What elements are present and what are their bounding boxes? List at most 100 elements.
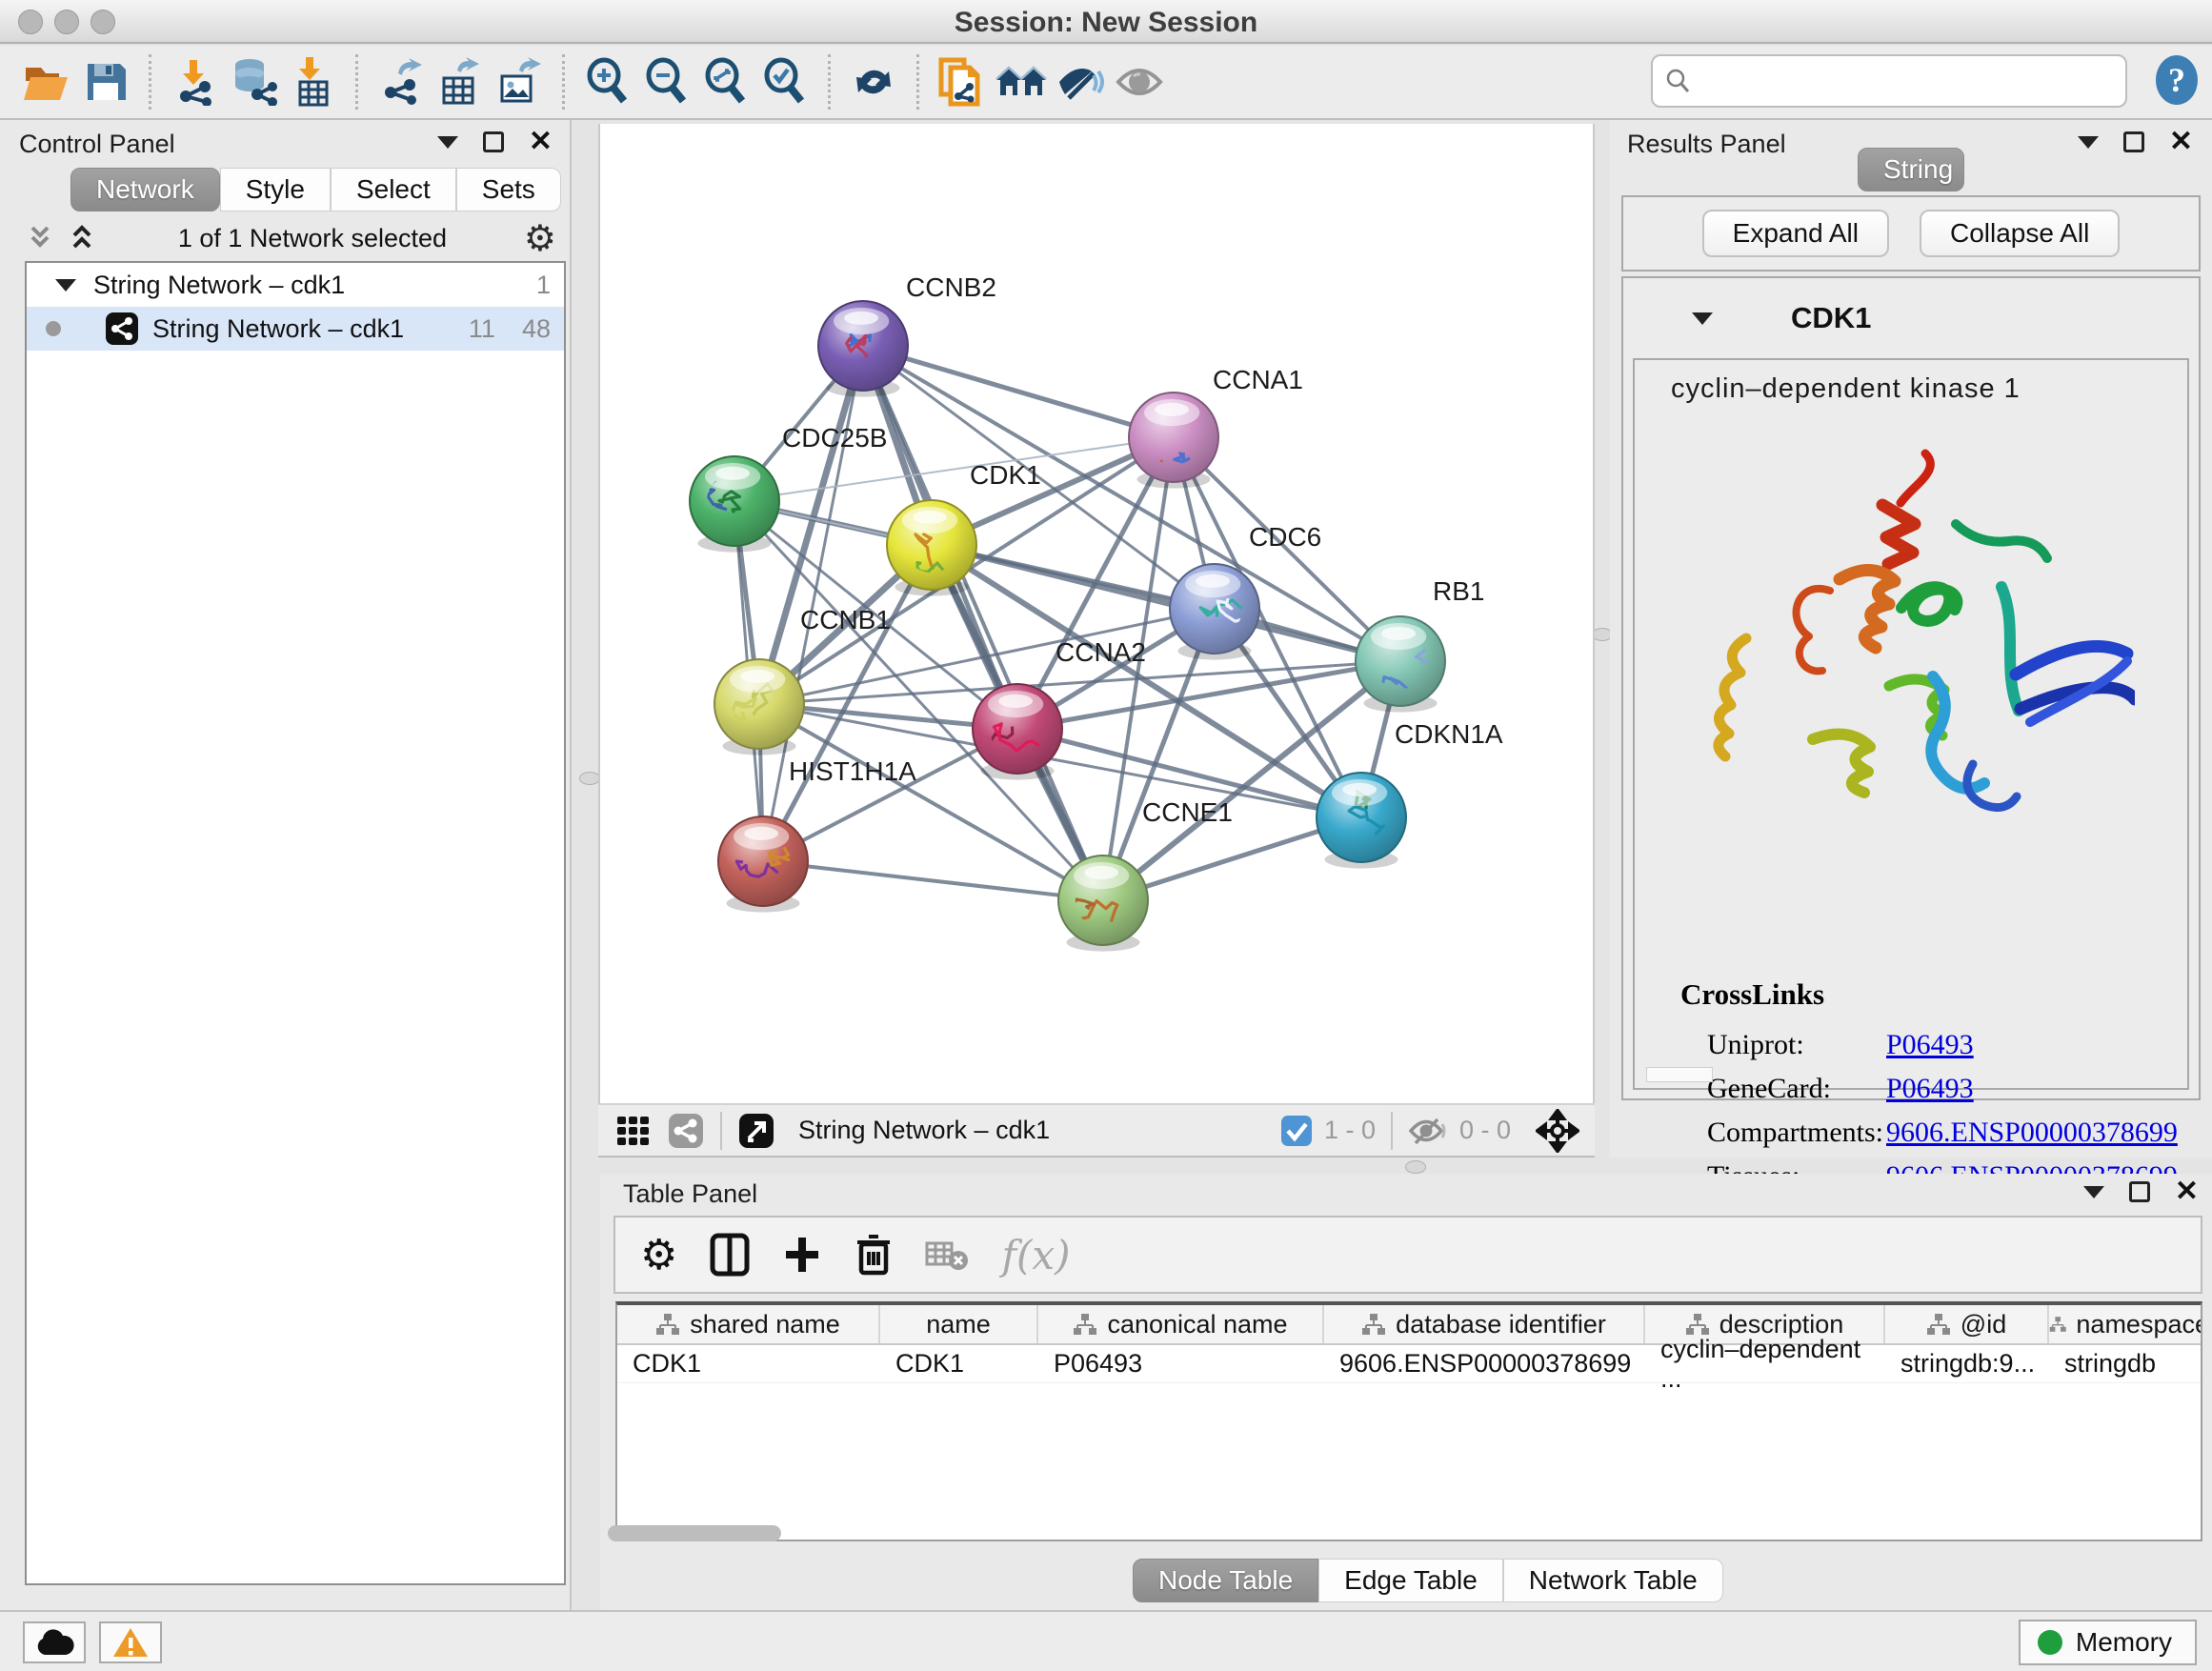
tab-edge-table[interactable]: Edge Table bbox=[1318, 1559, 1503, 1602]
import-network-file-icon[interactable] bbox=[165, 54, 224, 110]
left-splitter-handle[interactable] bbox=[579, 772, 600, 785]
table-cell[interactable]: stringdb:9... bbox=[1885, 1345, 2049, 1382]
warnings-button[interactable] bbox=[99, 1621, 162, 1663]
panel-close-icon[interactable]: ✕ bbox=[529, 131, 553, 152]
panel-menu-icon[interactable] bbox=[437, 136, 458, 149]
panel-float-icon[interactable] bbox=[2129, 1181, 2150, 1202]
horizontal-splitter-handle[interactable] bbox=[1405, 1160, 1426, 1174]
zoom-out-icon[interactable] bbox=[637, 54, 696, 110]
zoom-in-icon[interactable] bbox=[578, 54, 637, 110]
panel-menu-icon[interactable] bbox=[2083, 1186, 2104, 1198]
crosslink-value-link[interactable]: P06493 bbox=[1886, 1029, 1974, 1061]
tab-style[interactable]: Style bbox=[220, 168, 331, 211]
panel-close-icon[interactable]: ✕ bbox=[2169, 131, 2193, 152]
column-header-canonical-name[interactable]: canonical name bbox=[1038, 1305, 1324, 1343]
delete-column-icon[interactable] bbox=[855, 1233, 893, 1277]
table-cell[interactable]: stringdb bbox=[2049, 1345, 2202, 1382]
node-table[interactable]: shared namenamecanonical namedatabase id… bbox=[615, 1301, 2202, 1541]
column-header-database-identifier[interactable]: database identifier bbox=[1324, 1305, 1645, 1343]
panel-float-icon[interactable] bbox=[2123, 131, 2144, 152]
crosslink-value-link[interactable]: 9606.ENSP00000378699 bbox=[1886, 1117, 2178, 1149]
network-node-label[interactable]: CDC25B bbox=[782, 423, 887, 453]
column-header--id[interactable]: @id bbox=[1885, 1305, 2049, 1343]
collapse-all-icon[interactable] bbox=[25, 222, 59, 254]
network-node-label[interactable]: CDC6 bbox=[1249, 522, 1321, 552]
add-column-icon[interactable] bbox=[782, 1234, 822, 1276]
zoom-fit-icon[interactable] bbox=[696, 54, 755, 110]
gene-expander-icon[interactable] bbox=[1692, 312, 1713, 325]
panel-close-icon[interactable]: ✕ bbox=[2175, 1181, 2199, 1202]
open-in-window-icon[interactable] bbox=[737, 1112, 775, 1150]
table-row[interactable]: CDK1CDK1P064939606.ENSP00000378699cyclin… bbox=[617, 1345, 2201, 1383]
tree-expander-icon[interactable] bbox=[55, 279, 76, 292]
tab-network[interactable]: Network bbox=[70, 168, 220, 211]
grid-view-icon[interactable] bbox=[615, 1113, 652, 1149]
table-settings-gear-icon[interactable]: ⚙ bbox=[640, 1231, 677, 1279]
string-home-icon[interactable] bbox=[992, 54, 1051, 110]
split-columns-icon[interactable] bbox=[710, 1233, 750, 1277]
results-panel-title: Results Panel bbox=[1627, 130, 1786, 159]
network-node-label[interactable]: CDK1 bbox=[970, 460, 1041, 490]
tab-node-table[interactable]: Node Table bbox=[1133, 1559, 1318, 1602]
collapse-all-button[interactable]: Collapse All bbox=[1920, 210, 2120, 257]
network-canvas[interactable]: CCNB2 CCNA1 CDC25B CDK1 CDC6 RB1 CCNB1 CCNA2 CDK… bbox=[598, 124, 1595, 1103]
tab-select[interactable]: Select bbox=[331, 168, 456, 211]
export-table-icon[interactable] bbox=[431, 54, 490, 110]
network-graph[interactable]: CCNB2 CCNA1 CDC25B CDK1 CDC6 RB1 CCNB1 CCNA2 CDK… bbox=[600, 124, 1593, 1099]
network-tree-root-row[interactable]: String Network – cdk1 1 bbox=[27, 263, 564, 307]
node-table-body: CDK1CDK1P064939606.ENSP00000378699cyclin… bbox=[617, 1345, 2201, 1383]
table-hscroll-thumb[interactable] bbox=[608, 1525, 781, 1541]
selected-checkbox-icon[interactable] bbox=[1280, 1115, 1313, 1147]
tab-sets[interactable]: Sets bbox=[456, 168, 561, 211]
delete-table-icon[interactable] bbox=[925, 1238, 969, 1272]
table-cell[interactable]: P06493 bbox=[1038, 1345, 1324, 1382]
network-node-label[interactable]: CCNA1 bbox=[1213, 365, 1303, 394]
network-node-label[interactable]: CCNA2 bbox=[1056, 637, 1146, 667]
gene-header-row[interactable]: CDK1 bbox=[1623, 278, 2199, 358]
status-separator bbox=[1391, 1112, 1393, 1150]
export-network-icon[interactable] bbox=[372, 54, 431, 110]
clone-network-icon[interactable] bbox=[933, 54, 992, 110]
tab-network-table[interactable]: Network Table bbox=[1503, 1559, 1723, 1602]
expand-all-button[interactable]: Expand All bbox=[1702, 210, 1889, 257]
search-input[interactable] bbox=[1693, 67, 2102, 96]
network-node-label[interactable]: CCNB1 bbox=[800, 605, 891, 634]
expand-all-icon[interactable] bbox=[67, 222, 101, 254]
table-cell[interactable]: cyclin–dependent ... bbox=[1645, 1345, 1885, 1382]
network-node-label[interactable]: HIST1H1A bbox=[789, 756, 916, 786]
pan-crosshair-icon[interactable] bbox=[1536, 1109, 1579, 1153]
table-cell[interactable]: 9606.ENSP00000378699 bbox=[1324, 1345, 1645, 1382]
open-file-icon[interactable] bbox=[17, 54, 76, 110]
cloud-button[interactable] bbox=[23, 1621, 86, 1663]
export-image-icon[interactable] bbox=[490, 54, 549, 110]
memory-button[interactable]: Memory bbox=[2019, 1620, 2197, 1665]
network-options-gear-icon[interactable]: ⚙ bbox=[524, 217, 556, 260]
string-show-glass-icon[interactable] bbox=[1110, 54, 1169, 110]
network-node-label[interactable]: RB1 bbox=[1433, 576, 1484, 606]
selected-count: 1 - 0 bbox=[1324, 1116, 1376, 1145]
import-network-database-icon[interactable] bbox=[224, 54, 283, 110]
results-scrollbar-stub[interactable] bbox=[1646, 1067, 1713, 1082]
function-builder-icon[interactable]: f(x) bbox=[1001, 1232, 1070, 1278]
column-header-name[interactable]: name bbox=[880, 1305, 1038, 1343]
save-session-icon[interactable] bbox=[76, 54, 135, 110]
network-tree-child-row[interactable]: String Network – cdk1 11 48 bbox=[27, 307, 564, 351]
column-header-namespace[interactable]: namespace bbox=[2049, 1305, 2202, 1343]
table-cell[interactable]: CDK1 bbox=[880, 1345, 1038, 1382]
memory-label: Memory bbox=[2076, 1627, 2172, 1658]
help-button[interactable]: ? bbox=[2151, 52, 2202, 108]
network-node-label[interactable]: CCNB2 bbox=[906, 272, 996, 302]
network-node-label[interactable]: CCNE1 bbox=[1142, 797, 1233, 827]
network-node-label[interactable]: CDKN1A bbox=[1395, 719, 1503, 749]
panel-float-icon[interactable] bbox=[483, 131, 504, 152]
panel-menu-icon[interactable] bbox=[2078, 136, 2099, 149]
apply-layout-icon[interactable] bbox=[844, 54, 903, 110]
tab-string[interactable]: String bbox=[1858, 148, 1964, 191]
import-table-icon[interactable] bbox=[283, 54, 342, 110]
zoom-selected-icon[interactable] bbox=[755, 54, 814, 110]
string-hide-glass-icon[interactable] bbox=[1051, 54, 1110, 110]
table-cell[interactable]: CDK1 bbox=[617, 1345, 880, 1382]
network-view-icon[interactable] bbox=[667, 1112, 705, 1150]
crosslink-value-link[interactable]: P06493 bbox=[1886, 1073, 1974, 1105]
column-header-shared-name[interactable]: shared name bbox=[617, 1305, 880, 1343]
